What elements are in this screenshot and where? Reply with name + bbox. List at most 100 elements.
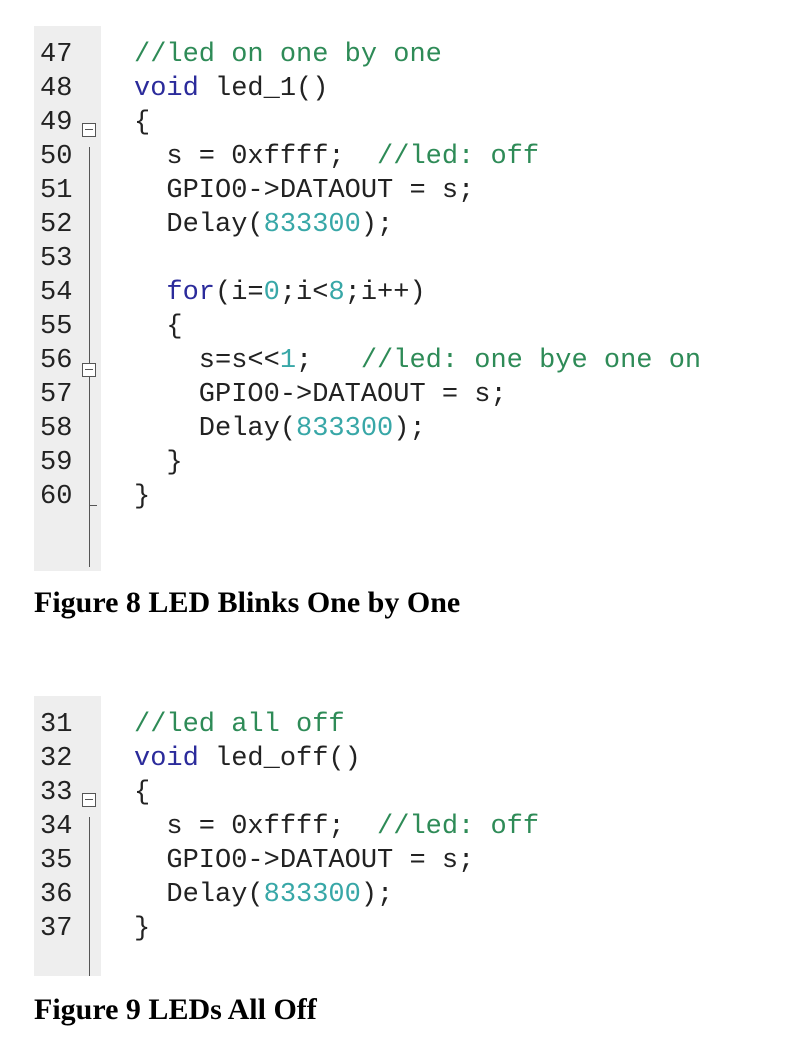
code-token: ); bbox=[393, 414, 426, 444]
line-number: 55 bbox=[40, 312, 73, 342]
code-token: { bbox=[134, 778, 151, 808]
code-token: } bbox=[134, 482, 151, 512]
code-token: GPIO0->DATAOUT = s; bbox=[134, 846, 475, 876]
code-line: 54 for(i=0;i<8;i++) bbox=[34, 276, 794, 310]
line-number: 31 bbox=[40, 710, 73, 740]
code-token: //led all off bbox=[134, 710, 345, 740]
code-line: 53 bbox=[34, 242, 794, 276]
line-number: 49 bbox=[40, 108, 73, 138]
code-text: //led all off bbox=[134, 708, 345, 742]
code-text: void led_1() bbox=[134, 72, 328, 106]
code-token: for bbox=[166, 278, 216, 308]
code-line: 52 Delay(833300); bbox=[34, 208, 794, 242]
line-number: 54 bbox=[40, 278, 73, 308]
code-token: GPIO0->DATAOUT = s; bbox=[134, 176, 475, 206]
code-line: 59 } bbox=[34, 446, 794, 480]
code-line: 50 s = 0xffff; //led: off bbox=[34, 140, 794, 174]
line-number: 48 bbox=[40, 74, 73, 104]
code-line: 55 { bbox=[34, 310, 794, 344]
figure-caption: Figure 9 LEDs All Off bbox=[34, 993, 317, 1026]
code-text: GPIO0->DATAOUT = s; bbox=[134, 844, 474, 878]
line-number: 58 bbox=[40, 414, 73, 444]
line-number: 33 bbox=[40, 778, 73, 808]
code-token: Delay( bbox=[134, 210, 264, 240]
code-token: ; bbox=[296, 346, 361, 376]
code-token: //led: off bbox=[377, 142, 540, 172]
code-text: } bbox=[134, 480, 150, 514]
code-line: 37} bbox=[34, 912, 794, 946]
code-token: //led: one bye one on bbox=[360, 346, 702, 376]
code-text: { bbox=[134, 310, 183, 344]
code-text: s = 0xffff; //led: off bbox=[134, 810, 539, 844]
code-token: ;i++) bbox=[344, 278, 426, 308]
code-token: 833300 bbox=[296, 414, 394, 444]
code-text: { bbox=[134, 776, 150, 810]
code-token: Delay( bbox=[134, 414, 297, 444]
code-text: s=s<<1; //led: one bye one on bbox=[134, 344, 701, 378]
code-line: 57 GPIO0->DATAOUT = s; bbox=[34, 378, 794, 412]
code-token: //led on one by one bbox=[134, 40, 442, 70]
code-token: led_1() bbox=[198, 74, 329, 104]
code-token: { bbox=[134, 312, 183, 342]
code-line: 48 void led_1() bbox=[34, 72, 794, 106]
code-token: 833300 bbox=[263, 210, 361, 240]
code-token: } bbox=[134, 448, 183, 478]
code-token: (i= bbox=[215, 278, 264, 308]
code-token: 8 bbox=[328, 278, 345, 308]
code-line: 32 void led_off() bbox=[34, 742, 794, 776]
line-number: 59 bbox=[40, 448, 73, 478]
line-number: 32 bbox=[40, 744, 73, 774]
code-text: } bbox=[134, 446, 183, 480]
code-token: } bbox=[134, 914, 151, 944]
code-line: 35 GPIO0->DATAOUT = s; bbox=[34, 844, 794, 878]
code-line: 60} bbox=[34, 480, 794, 514]
code-token: void bbox=[134, 744, 199, 774]
code-token: 833300 bbox=[263, 880, 361, 910]
code-text: GPIO0->DATAOUT = s; bbox=[134, 174, 474, 208]
line-number: 35 bbox=[40, 846, 73, 876]
code-text: Delay(833300); bbox=[134, 412, 426, 446]
code-text: for(i=0;i<8;i++) bbox=[134, 276, 426, 310]
line-number: 34 bbox=[40, 812, 73, 842]
code-text: Delay(833300); bbox=[134, 208, 393, 242]
figure-caption: Figure 8 LED Blinks One by One bbox=[34, 586, 461, 619]
code-token: ); bbox=[360, 210, 394, 240]
code-text: //led on one by one bbox=[134, 38, 442, 72]
code-line: 33 { bbox=[34, 776, 794, 810]
line-number: 47 bbox=[40, 40, 73, 70]
code-token: 0 bbox=[263, 278, 280, 308]
code-line: 51 GPIO0->DATAOUT = s; bbox=[34, 174, 794, 208]
code-token: s=s<< bbox=[134, 346, 280, 376]
line-number: 56 bbox=[40, 346, 73, 376]
code-line: 56 s=s<<1; //led: one bye one on bbox=[34, 344, 794, 378]
code-token: //led: off bbox=[377, 812, 540, 842]
line-number: 57 bbox=[40, 380, 73, 410]
code-token: { bbox=[134, 108, 151, 138]
code-block-figure-8: 47 //led on one by one 48 void led_1() 49 {50… bbox=[34, 26, 794, 571]
code-token: void bbox=[134, 74, 199, 104]
code-line: 58 Delay(833300); bbox=[34, 412, 794, 446]
line-number: 60 bbox=[40, 482, 73, 512]
code-text: GPIO0->DATAOUT = s; bbox=[134, 378, 507, 412]
line-number: 52 bbox=[40, 210, 73, 240]
code-text: } bbox=[134, 912, 150, 946]
line-number: 37 bbox=[40, 914, 73, 944]
line-number: 53 bbox=[40, 244, 73, 274]
line-number: 50 bbox=[40, 142, 73, 172]
code-line: 47 //led on one by one bbox=[34, 38, 794, 72]
code-token: s = 0xffff; bbox=[134, 812, 378, 842]
code-text: { bbox=[134, 106, 150, 140]
code-token: ;i< bbox=[279, 278, 329, 308]
code-token: Delay( bbox=[134, 880, 264, 910]
code-line: 34 s = 0xffff; //led: off bbox=[34, 810, 794, 844]
code-token: GPIO0->DATAOUT = s; bbox=[134, 380, 507, 410]
code-line: 36 Delay(833300); bbox=[34, 878, 794, 912]
line-number: 51 bbox=[40, 176, 73, 206]
code-line: 49 { bbox=[34, 106, 794, 140]
code-block-figure-9: 31 //led all off 32 void led_off() 33 {34 s =… bbox=[34, 696, 794, 976]
code-text: void led_off() bbox=[134, 742, 361, 776]
code-token: ); bbox=[360, 880, 394, 910]
code-text: s = 0xffff; //led: off bbox=[134, 140, 539, 174]
code-text: Delay(833300); bbox=[134, 878, 393, 912]
